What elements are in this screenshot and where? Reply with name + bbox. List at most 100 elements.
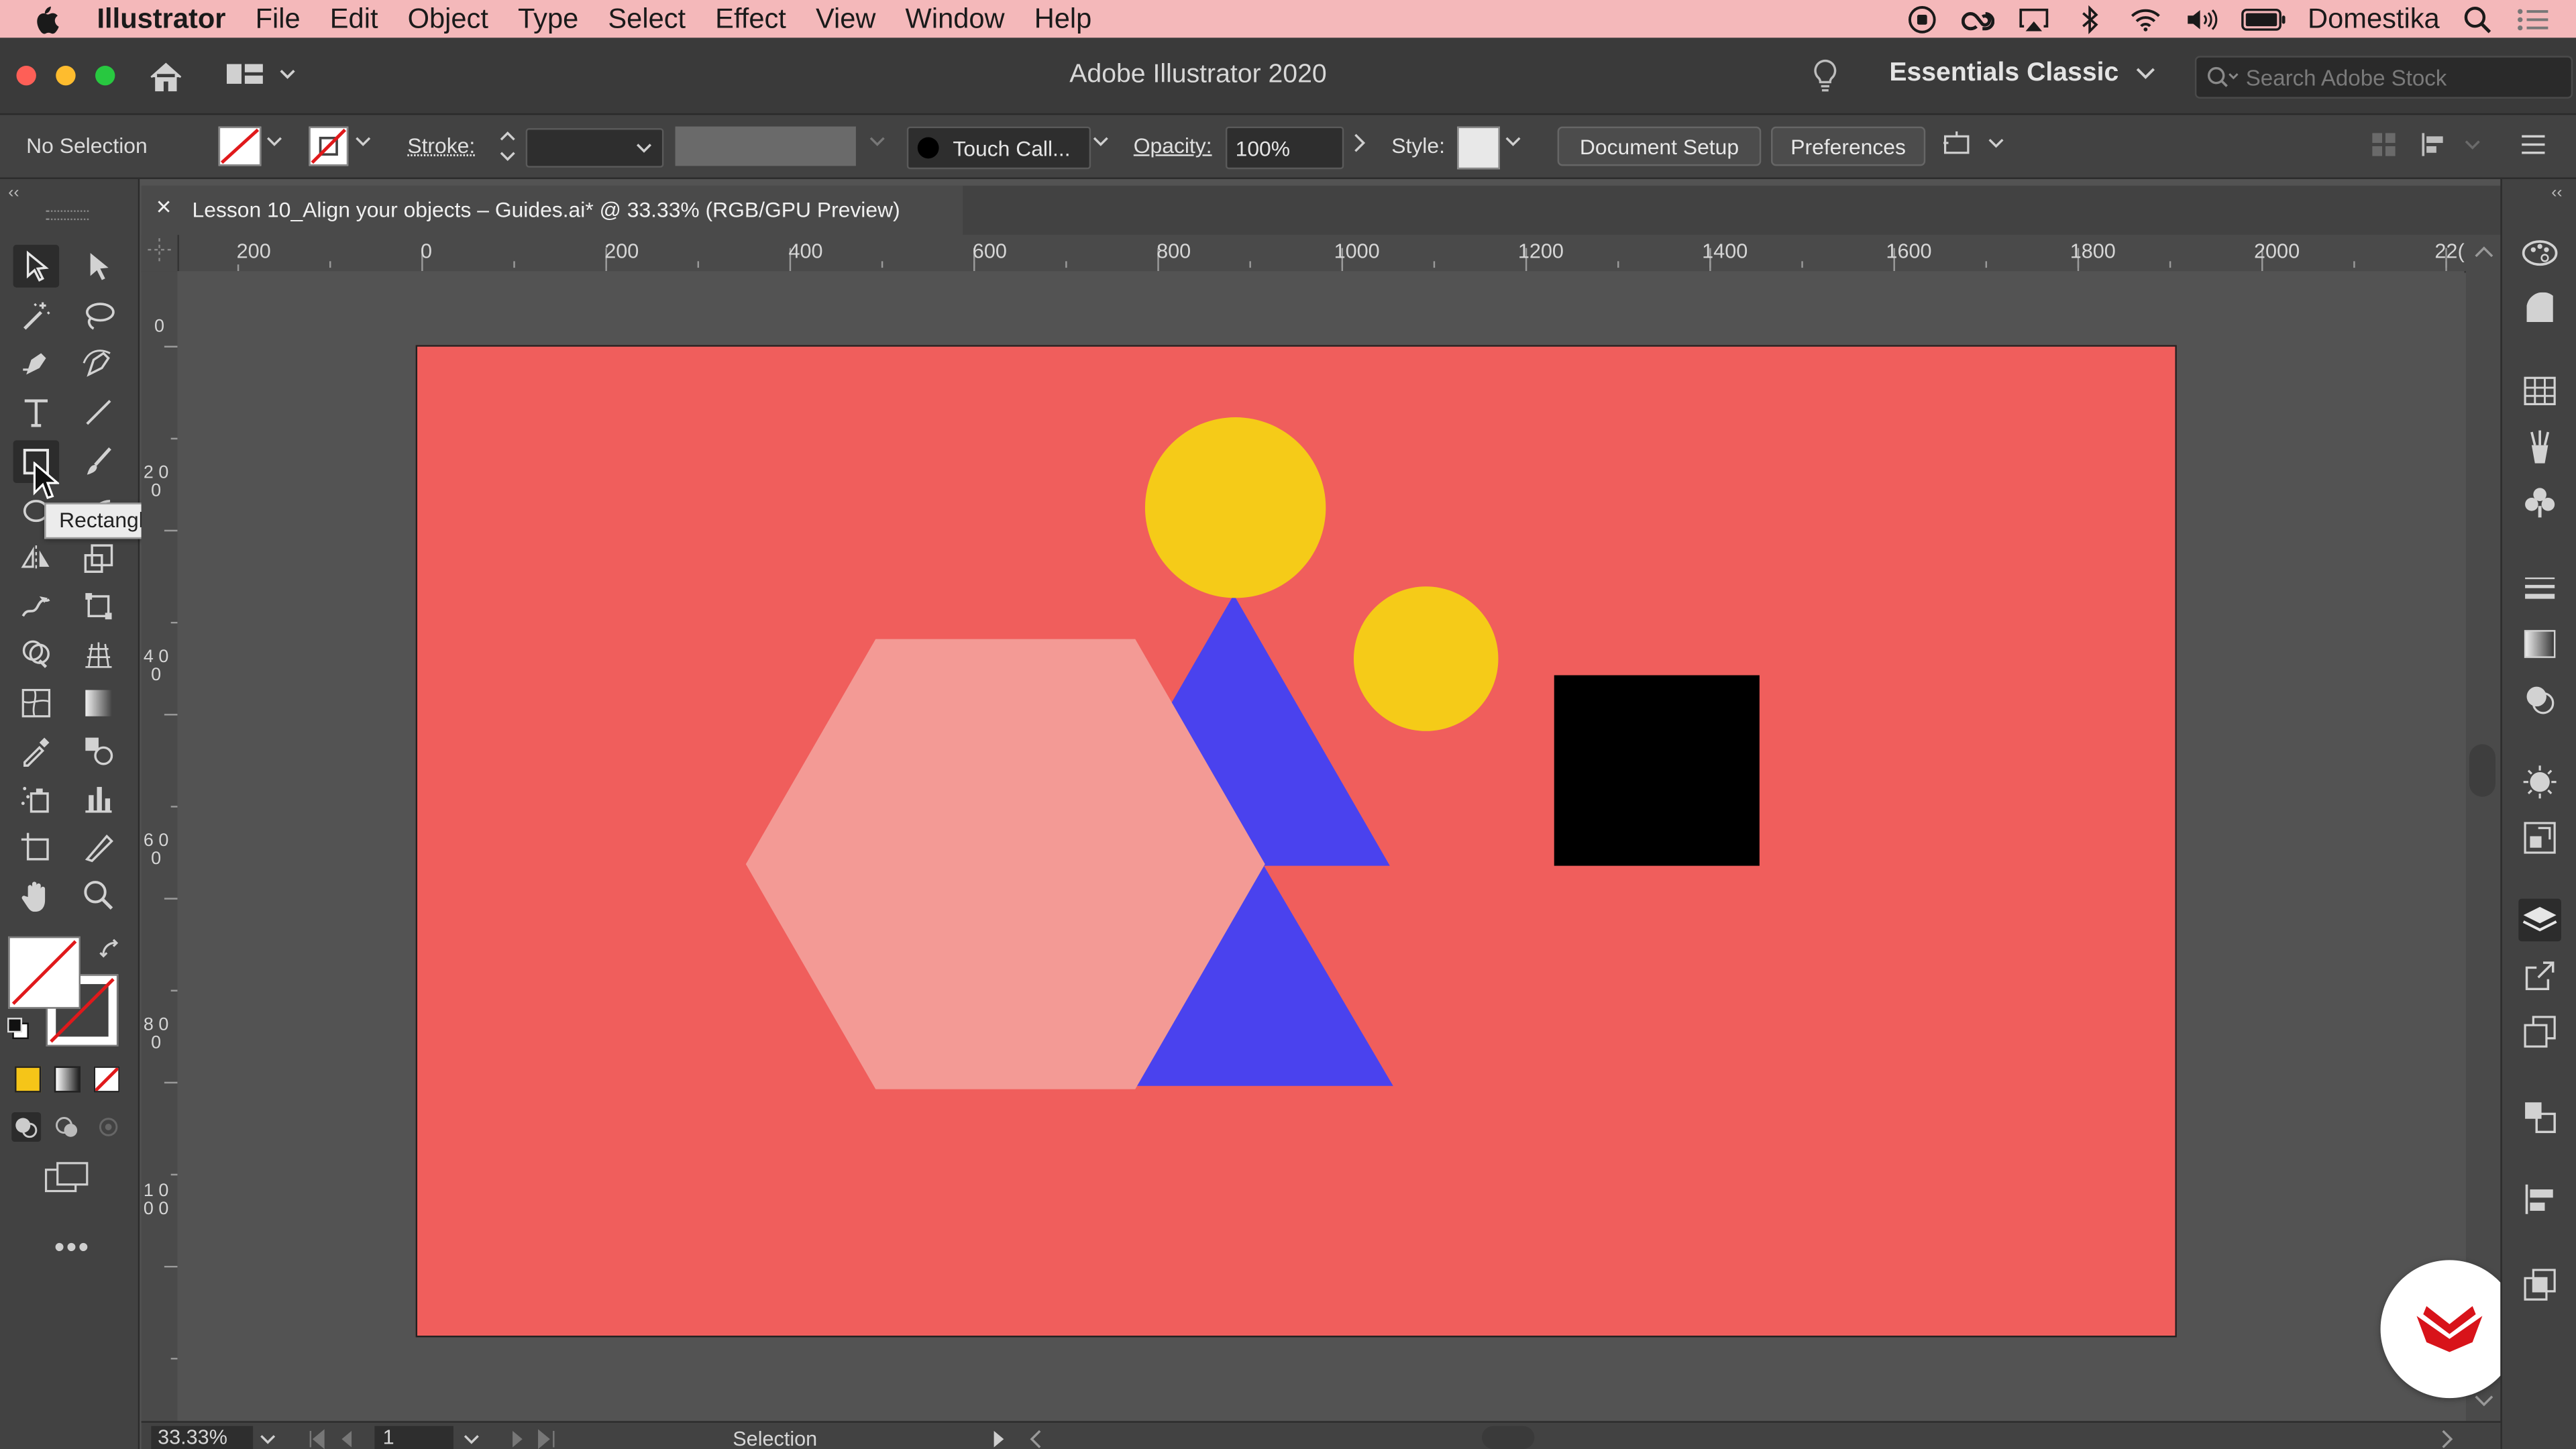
gradient-mode-icon[interactable]: [54, 1066, 81, 1093]
wifi-icon[interactable]: [2129, 6, 2161, 32]
align-icon[interactable]: [2518, 1178, 2561, 1221]
fill-stroke-widget[interactable]: [7, 934, 125, 1049]
edit-toolbar-icon[interactable]: •••: [54, 1230, 91, 1265]
swap-fill-stroke-icon[interactable]: [99, 938, 121, 961]
stroke-label[interactable]: Stroke:: [407, 133, 475, 158]
shape-builder-tool-icon[interactable]: [13, 633, 60, 676]
mesh-tool-icon[interactable]: [13, 682, 60, 724]
artboards-icon[interactable]: [2518, 1010, 2561, 1053]
vertical-scrollbar[interactable]: [2465, 235, 2501, 1421]
layers-icon[interactable]: [2518, 898, 2561, 942]
menu-edit[interactable]: Edit: [315, 3, 393, 36]
pen-tool-icon[interactable]: [13, 341, 60, 384]
menu-object[interactable]: Object: [393, 3, 503, 36]
close-window-button[interactable]: [16, 65, 36, 86]
eyedropper-tool-icon[interactable]: [13, 729, 60, 772]
fill-color-box[interactable]: [8, 936, 81, 1009]
close-document-icon[interactable]: ×: [156, 194, 172, 223]
color-mode-icon[interactable]: [15, 1066, 42, 1093]
stroke-stepper[interactable]: [496, 125, 519, 168]
type-tool-icon[interactable]: [13, 391, 60, 434]
menu-app-name[interactable]: Illustrator: [74, 3, 240, 36]
transform-icon[interactable]: [2518, 1095, 2561, 1138]
opacity-field[interactable]: 100%: [1225, 126, 1344, 170]
learn-lightbulb-icon[interactable]: [1811, 58, 1840, 94]
scroll-thumb[interactable]: [2469, 744, 2496, 797]
distribute-icon[interactable]: [2420, 131, 2485, 158]
next-artboard-icon[interactable]: [506, 1429, 555, 1449]
swatches-icon[interactable]: [2518, 370, 2561, 413]
bluetooth-icon[interactable]: [2073, 4, 2106, 34]
magic-wand-tool-icon[interactable]: [13, 294, 60, 337]
ruler-origin[interactable]: [141, 235, 179, 273]
home-icon[interactable]: [148, 61, 184, 94]
curvature-tool-icon[interactable]: [76, 341, 122, 384]
scroll-thumb[interactable]: [1481, 1426, 1535, 1449]
preferences-button[interactable]: Preferences: [1771, 126, 1926, 166]
scroll-right-icon[interactable]: [2441, 1430, 2455, 1449]
color-guide-icon[interactable]: [2518, 231, 2561, 274]
draw-normal-icon[interactable]: [11, 1112, 42, 1142]
perspective-grid-tool-icon[interactable]: [76, 633, 122, 676]
zoom-window-button[interactable]: [95, 65, 115, 86]
apple-icon[interactable]: [0, 4, 74, 34]
menu-help[interactable]: Help: [1020, 3, 1107, 36]
reflect-tool-icon[interactable]: [13, 537, 60, 580]
puppet-warp-icon[interactable]: [1942, 129, 2008, 159]
zoom-tool-icon[interactable]: [76, 874, 122, 917]
zoom-level-field[interactable]: 33.33%: [151, 1426, 254, 1449]
stock-search-field[interactable]: Search Adobe Stock: [2194, 56, 2573, 99]
fill-swatch[interactable]: [218, 126, 262, 166]
brushes-icon[interactable]: [2518, 425, 2561, 468]
lasso-tool-icon[interactable]: [76, 294, 122, 337]
workspace-switcher[interactable]: Essentials Classic: [1889, 59, 2155, 89]
menu-select[interactable]: Select: [593, 3, 700, 36]
blend-tool-icon[interactable]: [76, 729, 122, 772]
profile-dropdown-chevron-icon[interactable]: [869, 135, 885, 148]
arrange-documents-icon[interactable]: [226, 62, 299, 89]
scroll-left-icon[interactable]: [1028, 1430, 1042, 1449]
graphic-styles-icon[interactable]: [2518, 816, 2561, 859]
stroke-swatch[interactable]: [309, 126, 349, 166]
symbol-sprayer-tool-icon[interactable]: [13, 777, 60, 820]
menu-effect[interactable]: Effect: [700, 3, 801, 36]
collapse-panel-icon[interactable]: ‹‹: [8, 184, 19, 202]
selection-tool-icon[interactable]: [13, 244, 60, 288]
opacity-expand-chevron-icon[interactable]: [1350, 133, 1366, 152]
graphic-style-swatch[interactable]: [1457, 126, 1500, 170]
gradient-panel-icon[interactable]: [2518, 623, 2561, 665]
line-segment-tool-icon[interactable]: [76, 391, 122, 434]
vertical-ruler[interactable]: 0 2 0 0 4 0 0 6 0 0 8 0 0 1 0 0 0: [141, 271, 179, 1421]
pathfinder-icon[interactable]: [2518, 1263, 2561, 1306]
scale-tool-icon[interactable]: [76, 537, 122, 580]
airplay-icon[interactable]: [2017, 6, 2050, 32]
default-fill-stroke-icon[interactable]: [7, 1017, 30, 1040]
panel-menu-icon[interactable]: [2520, 133, 2546, 156]
document-setup-button[interactable]: Document Setup: [1557, 126, 1762, 166]
none-mode-icon[interactable]: [93, 1066, 120, 1093]
change-screen-mode-icon[interactable]: [44, 1161, 91, 1194]
warp-tool-icon[interactable]: [13, 585, 60, 628]
menu-file[interactable]: File: [241, 3, 315, 36]
menu-type[interactable]: Type: [503, 3, 593, 36]
horizontal-ruler[interactable]: 200 0 200 400 600 800 1000 1200 1400 160…: [141, 235, 2466, 273]
symbols-icon[interactable]: [2518, 482, 2561, 525]
scroll-up-icon[interactable]: [2474, 245, 2493, 258]
first-artboard-icon[interactable]: [309, 1429, 358, 1449]
paintbrush-tool-icon[interactable]: [76, 440, 122, 483]
draw-behind-icon[interactable]: [52, 1112, 82, 1142]
opacity-label[interactable]: Opacity:: [1134, 133, 1212, 158]
minimize-window-button[interactable]: [56, 65, 76, 86]
fill-dropdown-chevron-icon[interactable]: [266, 135, 282, 148]
menu-view[interactable]: View: [801, 3, 891, 36]
volume-icon[interactable]: [2184, 6, 2217, 32]
brush-dropdown-chevron-icon[interactable]: [1093, 135, 1109, 148]
battery-icon[interactable]: [2241, 6, 2287, 32]
scroll-down-icon[interactable]: [2474, 1395, 2493, 1408]
artboard-dropdown-chevron-icon[interactable]: [464, 1434, 480, 1448]
menubar-user[interactable]: Domestika: [2298, 3, 2449, 36]
hand-tool-icon[interactable]: [13, 874, 60, 917]
status-menu-icon[interactable]: [992, 1430, 1006, 1449]
transparency-icon[interactable]: [2518, 678, 2561, 721]
gradient-tool-icon[interactable]: [76, 682, 122, 724]
